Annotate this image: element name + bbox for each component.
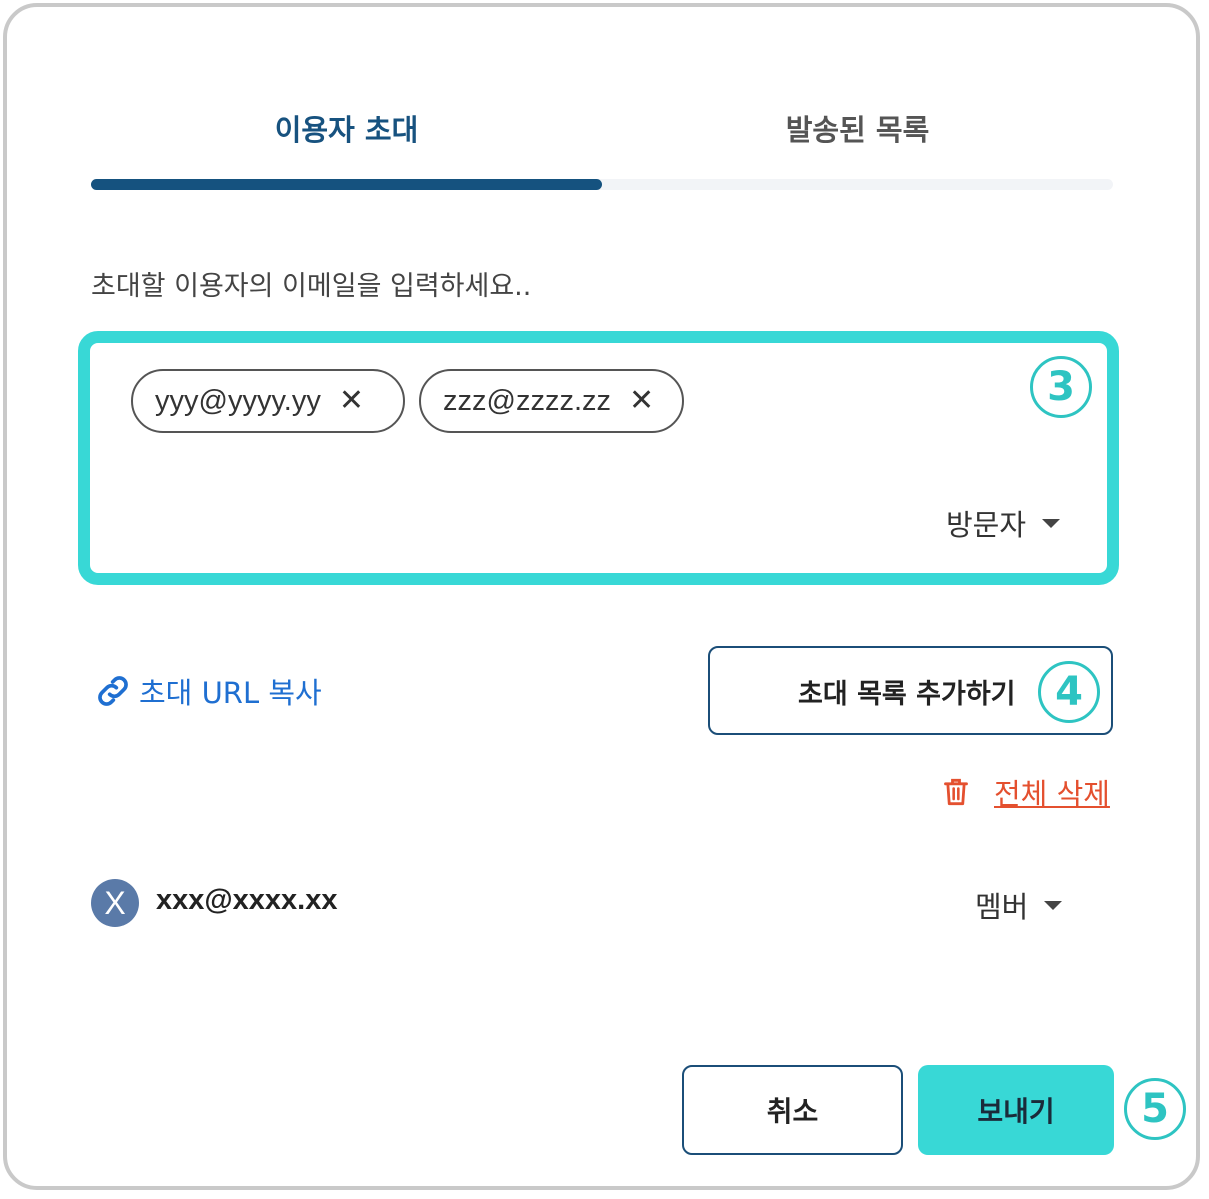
chip-email: zzz@zzzz.zz: [443, 384, 611, 417]
add-to-list-label: 초대 목록 추가하기: [798, 679, 1016, 710]
cancel-button[interactable]: 취소: [682, 1065, 903, 1155]
role-label: 멤버: [975, 890, 1029, 924]
close-icon[interactable]: ✕: [629, 386, 654, 416]
close-icon[interactable]: ✕: [339, 386, 364, 416]
active-tab-indicator: [91, 179, 602, 190]
caret-down-icon: [1042, 518, 1061, 528]
role-select-member[interactable]: 멤버: [975, 884, 1063, 926]
delete-all-label: 전체 삭제: [994, 777, 1110, 811]
step-badge-3: 3: [1030, 356, 1092, 418]
tab-sent-list[interactable]: 발송된 목록: [602, 110, 1113, 150]
role-label: 방문자: [946, 508, 1027, 542]
chip-email: yyy@yyyy.yy: [155, 384, 321, 417]
invite-prompt: 초대할 이용자의 이메일을 입력하세요..: [91, 271, 532, 302]
trash-icon: [944, 778, 968, 806]
link-icon: [98, 676, 128, 706]
tab-invite-users[interactable]: 이용자 초대: [91, 110, 602, 150]
avatar: X: [91, 879, 139, 927]
copy-invite-url-link[interactable]: 초대 URL 복사: [93, 670, 322, 712]
member-email: xxx@xxxx.xx: [156, 884, 338, 916]
role-select-visitor[interactable]: 방문자: [946, 502, 1061, 544]
caret-down-icon: [1044, 900, 1063, 910]
step-badge-4: 4: [1038, 661, 1100, 723]
copy-url-label: 초대 URL 복사: [139, 676, 322, 710]
delete-all-link[interactable]: 전체 삭제: [942, 771, 1110, 813]
step-badge-5: 5: [1124, 1078, 1186, 1140]
email-chip: zzz@zzzz.zz ✕: [419, 369, 684, 433]
send-button[interactable]: 보내기: [918, 1065, 1114, 1155]
email-chip: yyy@yyyy.yy ✕: [131, 369, 405, 433]
